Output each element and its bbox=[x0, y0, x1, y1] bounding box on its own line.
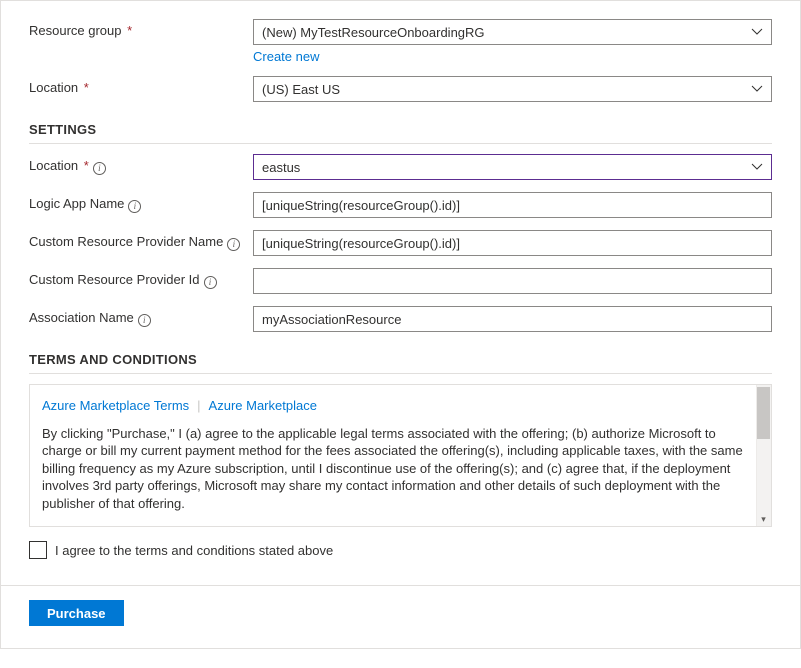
info-icon[interactable]: i bbox=[227, 238, 240, 251]
crp-id-input[interactable] bbox=[253, 268, 772, 294]
dropdown-value: (US) East US bbox=[262, 82, 340, 97]
agree-row: I agree to the terms and conditions stat… bbox=[29, 541, 772, 559]
resource-group-dropdown[interactable]: (New) MyTestResourceOnboardingRG bbox=[253, 19, 772, 45]
required-star: * bbox=[124, 23, 133, 38]
divider: | bbox=[197, 398, 200, 413]
agree-checkbox[interactable] bbox=[29, 541, 47, 559]
row-crp-id: Custom Resource Provider Id i bbox=[29, 268, 772, 294]
row-settings-location: Location * i eastus bbox=[29, 154, 772, 180]
label-logic-app-name: Logic App Name i bbox=[29, 192, 253, 212]
control-crp-id bbox=[253, 268, 772, 294]
info-icon[interactable]: i bbox=[138, 314, 151, 327]
input-value: myAssociationResource bbox=[262, 312, 401, 327]
association-name-input[interactable]: myAssociationResource bbox=[253, 306, 772, 332]
terms-body-text: By clicking "Purchase," I (a) agree to t… bbox=[42, 425, 749, 513]
settings-location-dropdown[interactable]: eastus bbox=[253, 154, 772, 180]
create-new-link[interactable]: Create new bbox=[253, 49, 319, 64]
required-star: * bbox=[80, 80, 89, 95]
control-logic-app-name: [uniqueString(resourceGroup().id)] bbox=[253, 192, 772, 218]
logic-app-name-input[interactable]: [uniqueString(resourceGroup().id)] bbox=[253, 192, 772, 218]
label-settings-location: Location * i bbox=[29, 154, 253, 174]
azure-marketplace-terms-link[interactable]: Azure Marketplace Terms bbox=[42, 398, 189, 413]
row-association-name: Association Name i myAssociationResource bbox=[29, 306, 772, 332]
control-settings-location: eastus bbox=[253, 154, 772, 180]
control-crp-name: [uniqueString(resourceGroup().id)] bbox=[253, 230, 772, 256]
label-text: Custom Resource Provider Name bbox=[29, 234, 223, 249]
azure-marketplace-link[interactable]: Azure Marketplace bbox=[209, 398, 317, 413]
label-resource-group: Resource group * bbox=[29, 19, 253, 38]
required-star: * bbox=[80, 158, 89, 173]
input-value: [uniqueString(resourceGroup().id)] bbox=[262, 236, 460, 251]
chevron-down-icon bbox=[751, 28, 763, 36]
scrollbar-track[interactable]: ▴ ▾ bbox=[756, 385, 771, 526]
label-text: Logic App Name bbox=[29, 196, 124, 211]
label-crp-name: Custom Resource Provider Name i bbox=[29, 230, 253, 250]
row-location-top: Location * (US) East US bbox=[29, 76, 772, 102]
terms-box: Azure Marketplace Terms | Azure Marketplac… bbox=[29, 384, 772, 527]
footer-divider bbox=[1, 585, 800, 586]
control-association-name: myAssociationResource bbox=[253, 306, 772, 332]
location-top-dropdown[interactable]: (US) East US bbox=[253, 76, 772, 102]
label-association-name: Association Name i bbox=[29, 306, 253, 326]
label-text: Location bbox=[29, 80, 78, 95]
agree-label: I agree to the terms and conditions stat… bbox=[55, 543, 333, 558]
section-settings-heading: SETTINGS bbox=[29, 122, 772, 144]
chevron-down-icon bbox=[751, 163, 763, 171]
label-text: Association Name bbox=[29, 310, 134, 325]
row-crp-name: Custom Resource Provider Name i [uniqueSt… bbox=[29, 230, 772, 256]
label-text: Resource group bbox=[29, 23, 122, 38]
purchase-button[interactable]: Purchase bbox=[29, 600, 124, 626]
scrollbar-thumb[interactable] bbox=[757, 387, 770, 439]
section-terms-heading: TERMS AND CONDITIONS bbox=[29, 352, 772, 374]
control-location-top: (US) East US bbox=[253, 76, 772, 102]
control-resource-group: (New) MyTestResourceOnboardingRG Create … bbox=[253, 19, 772, 64]
terms-links: Azure Marketplace Terms | Azure Marketplac… bbox=[42, 397, 749, 415]
row-logic-app-name: Logic App Name i [uniqueString(resourceGr… bbox=[29, 192, 772, 218]
chevron-down-icon bbox=[751, 85, 763, 93]
label-text: Location bbox=[29, 158, 78, 173]
label-crp-id: Custom Resource Provider Id i bbox=[29, 268, 253, 288]
info-icon[interactable]: i bbox=[93, 162, 106, 175]
info-icon[interactable]: i bbox=[128, 200, 141, 213]
scroll-down-icon[interactable]: ▾ bbox=[756, 512, 771, 526]
dropdown-value: (New) MyTestResourceOnboardingRG bbox=[262, 25, 485, 40]
crp-name-input[interactable]: [uniqueString(resourceGroup().id)] bbox=[253, 230, 772, 256]
row-resource-group: Resource group * (New) MyTestResourceOnb… bbox=[29, 19, 772, 64]
form-card: Resource group * (New) MyTestResourceOnb… bbox=[0, 0, 801, 649]
info-icon[interactable]: i bbox=[204, 276, 217, 289]
input-value: [uniqueString(resourceGroup().id)] bbox=[262, 198, 460, 213]
label-text: Custom Resource Provider Id bbox=[29, 272, 200, 287]
dropdown-value: eastus bbox=[262, 160, 300, 175]
label-location-top: Location * bbox=[29, 76, 253, 95]
